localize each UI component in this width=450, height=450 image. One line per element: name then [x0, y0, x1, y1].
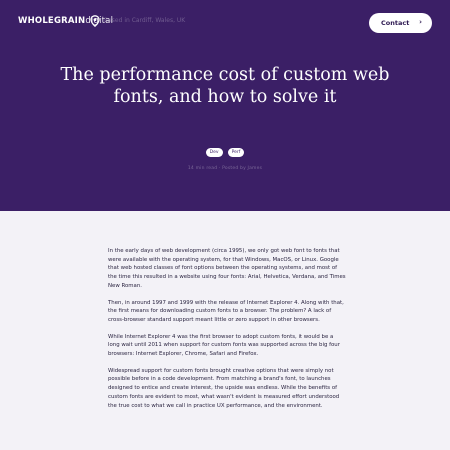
article-paragraph: Widespread support for custom fonts brou…: [108, 367, 340, 409]
contact-button[interactable]: Contact ›: [369, 13, 432, 33]
tag-perf[interactable]: Perf: [227, 148, 245, 157]
hero-section: WHOLEGRAINdigital Based in Cardiff, Wale…: [0, 0, 450, 211]
page-title: The performance cost of custom web fonts…: [60, 65, 390, 107]
contact-button-label: Contact: [381, 19, 410, 27]
location-pin-icon: [90, 15, 100, 27]
article-paragraph: Then, in around 1997 and 1999 with the r…: [108, 299, 344, 323]
tag-list: Dev Perf: [0, 148, 450, 157]
post-meta: 14 min read · Posted by James: [187, 166, 263, 171]
location-text: Based in Cardiff, Wales, UK: [104, 17, 186, 24]
article-body: In the early days of web development (ci…: [108, 247, 346, 418]
tag-dev[interactable]: Dev: [205, 148, 223, 157]
brand-logo-bold: WHOLEGRAIN: [18, 16, 86, 26]
chevron-right-icon: ›: [419, 18, 422, 26]
article-paragraph: In the early days of web development (ci…: [108, 248, 346, 289]
top-navigation: WHOLEGRAINdigital Based in Cardiff, Wale…: [0, 0, 450, 46]
article-paragraph: While Internet Explorer 4 was the first …: [108, 333, 340, 358]
